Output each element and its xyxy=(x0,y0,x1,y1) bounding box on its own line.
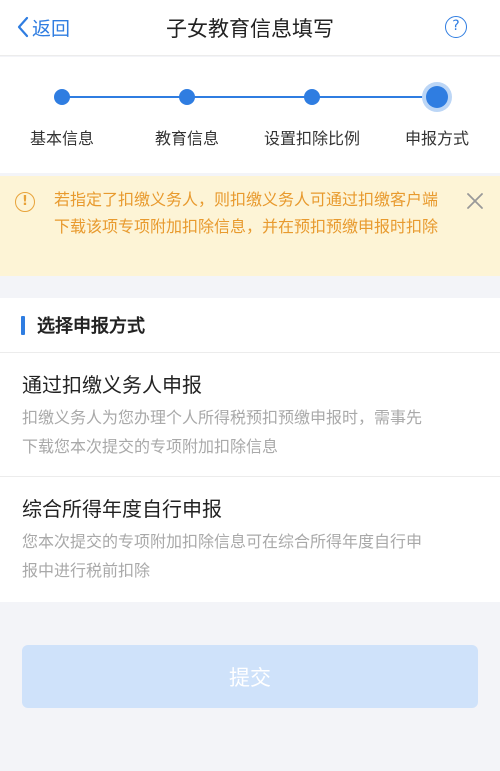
option-description: 扣缴义务人为您办理个人所得税预扣预缴申报时，需事先下载您本次提交的专项附加扣除信… xyxy=(22,408,423,456)
step-label-1: 基本信息 xyxy=(29,129,95,148)
submit-button[interactable]: 提交 xyxy=(22,645,478,708)
option-withholding-agent[interactable]: 通过扣缴义务人申报 扣缴义务人为您办理个人所得税预扣预缴申报时，需事先下载您本次… xyxy=(0,354,500,477)
step-dot-4-active xyxy=(426,86,448,108)
warning-icon: ! xyxy=(15,192,35,212)
page-title: 子女教育信息填写 xyxy=(166,17,334,41)
step-dot-1 xyxy=(54,89,70,105)
step-label-4: 申报方式 xyxy=(404,129,470,148)
notice-text: 若指定了扣缴义务人，则扣缴义务人可通过扣缴客户端下载该项专项附加扣除信息，并在预… xyxy=(54,190,439,236)
notice-banner: ! 若指定了扣缴义务人，则扣缴义务人可通过扣缴客户端下载该项专项附加扣除信息，并… xyxy=(0,176,500,276)
filing-method-card: 选择申报方式 通过扣缴义务人申报 扣缴义务人为您办理个人所得税预扣预缴申报时，需… xyxy=(0,298,500,602)
option-annual-self-filing[interactable]: 综合所得年度自行申报 您本次提交的专项附加扣除信息可在综合所得年度自行申报中进行… xyxy=(0,478,500,602)
progress-line xyxy=(62,96,436,98)
progress-steps: 基本信息 教育信息 设置扣除比例 申报方式 xyxy=(0,57,500,173)
option-title: 通过扣缴义务人申报 xyxy=(22,373,202,397)
step-dot-3 xyxy=(304,89,320,105)
help-icon[interactable]: ? xyxy=(445,16,467,38)
section-header: 选择申报方式 xyxy=(0,298,500,353)
section-title: 选择申报方式 xyxy=(37,316,145,337)
step-dot-2 xyxy=(179,89,195,105)
step-label-3: 设置扣除比例 xyxy=(263,129,361,148)
option-description: 您本次提交的专项附加扣除信息可在综合所得年度自行申报中进行税前扣除 xyxy=(22,532,423,580)
step-label-2: 教育信息 xyxy=(154,129,220,148)
close-icon[interactable] xyxy=(464,190,486,212)
option-title: 综合所得年度自行申报 xyxy=(22,497,222,521)
nav-bar: 返回 子女教育信息填写 ? xyxy=(0,0,500,56)
section-accent-bar xyxy=(21,316,25,335)
